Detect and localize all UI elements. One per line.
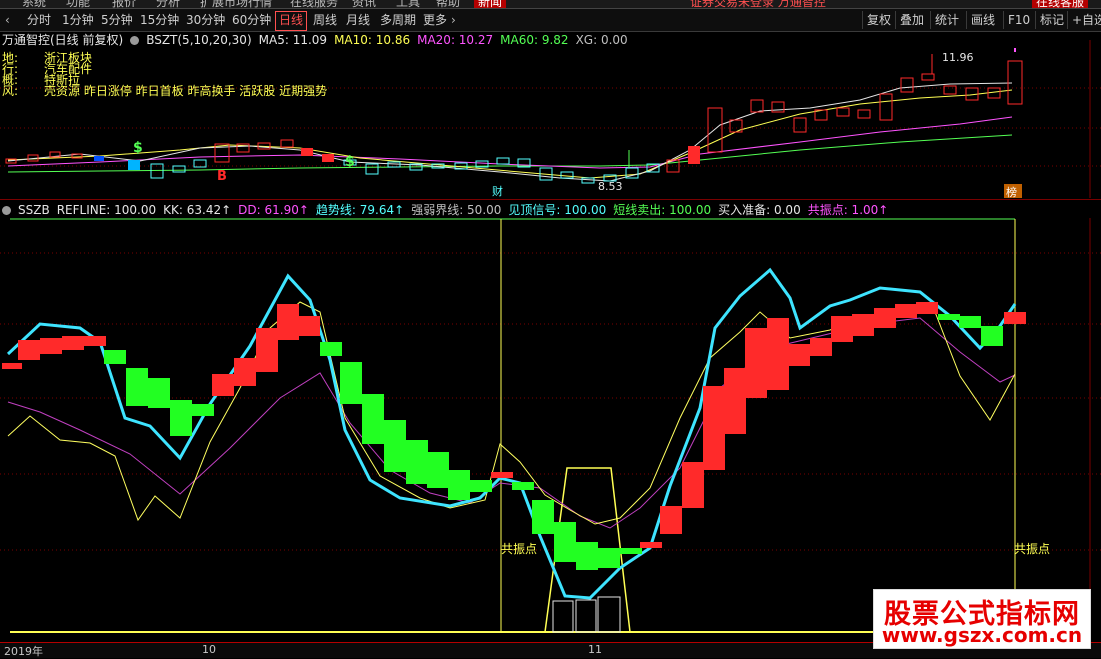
menu-item-system[interactable]: 系统 — [22, 0, 46, 8]
main-kline-chart[interactable]: 11.96 8.53 B $ $ 财 榜 — [0, 40, 1101, 198]
tab-weekly[interactable]: 周线 — [310, 11, 340, 29]
dd-line — [7, 317, 1016, 529]
stats-button[interactable]: 统计 — [930, 11, 963, 29]
tab-1min[interactable]: 1分钟 — [59, 11, 97, 29]
chevron-right-icon[interactable]: › — [448, 11, 459, 29]
tab-daily[interactable]: 日线 — [275, 11, 308, 31]
rank-marker: 榜 — [1006, 185, 1017, 198]
adjust-button[interactable]: 复权 — [862, 11, 895, 29]
tab-monthly[interactable]: 月线 — [343, 11, 373, 29]
buy-prep-value: 买入准备: 0.00 — [718, 203, 801, 217]
tab-5min[interactable]: 5分钟 — [98, 11, 136, 29]
signal-columns — [2, 302, 1026, 570]
dollar-marker-2: $ — [345, 154, 355, 170]
menu-item-help[interactable]: 帮助 — [436, 0, 460, 8]
tab-timeshare[interactable]: 分时 — [24, 11, 54, 29]
sub-indicator-name[interactable]: SSZB — [18, 203, 50, 217]
pane-divider[interactable] — [0, 199, 1101, 200]
add-watchlist-button[interactable]: +自选 — [1067, 11, 1101, 29]
tab-more[interactable]: 更多 — [420, 11, 450, 29]
price-high-label: 11.96 — [942, 51, 974, 64]
resonance-label-1: 共振点 — [501, 542, 537, 556]
chevron-left-icon[interactable]: ‹ — [2, 11, 13, 29]
finance-marker: 财 — [492, 184, 503, 198]
watermark-url: www.gszx.com.cn — [881, 623, 1083, 647]
sszb-indicator-chart[interactable]: 共振点 共振点 — [0, 218, 1101, 642]
overlay-button[interactable]: 叠加 — [895, 11, 928, 29]
mark-button[interactable]: 标记 — [1035, 11, 1068, 29]
menu-item-quote[interactable]: 报价 — [112, 0, 136, 8]
axis-label-oct: 10 — [202, 643, 216, 656]
tab-30min[interactable]: 30分钟 — [183, 11, 228, 29]
candlesticks — [5, 48, 1023, 184]
resonance-label-2: 共振点 — [1014, 542, 1050, 556]
online-support-button[interactable]: 在线客服 — [1032, 0, 1089, 8]
news-highlight-button[interactable]: 新闻 — [474, 0, 507, 8]
price-low-label: 8.53 — [598, 180, 623, 193]
menu-item-ext-market[interactable]: 扩展市场行情 — [200, 0, 272, 8]
dollar-marker-1: $ — [133, 140, 143, 156]
tab-multi-period[interactable]: 多周期 — [377, 11, 419, 29]
menu-item-function[interactable]: 功能 — [66, 0, 90, 8]
trend-value: 趋势线: 79.64↑ — [315, 203, 405, 217]
draw-line-button[interactable]: 画线 — [966, 11, 999, 29]
top-signal-value: 见顶信号: 100.00 — [508, 203, 607, 217]
tab-15min[interactable]: 15分钟 — [137, 11, 182, 29]
axis-label-nov: 11 — [588, 643, 602, 656]
login-notice: 证券交易未登录 万通智控 — [690, 0, 826, 9]
f10-button[interactable]: F10 — [1003, 11, 1034, 29]
ma20-line — [7, 116, 1013, 169]
menu-item-news[interactable]: 资讯 — [352, 0, 376, 8]
menu-item-analysis[interactable]: 分析 — [156, 0, 180, 8]
refline-value: REFLINE: 100.00 — [56, 203, 157, 217]
dd-value: DD: 61.90↑ — [238, 203, 309, 217]
ma60-line — [7, 134, 1013, 173]
sub-indicator-header: SSZB REFLINE: 100.00 KK: 63.42↑ DD: 61.90↑ 趋… — [2, 202, 895, 218]
buy-marker: B — [217, 169, 227, 184]
menu-item-tools[interactable]: 工具 — [396, 0, 420, 8]
top-menu-bar: 系统 功能 报价 分析 扩展市场行情 在线服务 资讯 工具 帮助 新闻 证券交易… — [0, 0, 1101, 9]
menu-item-online-service[interactable]: 在线服务 — [290, 0, 338, 8]
tab-60min[interactable]: 60分钟 — [229, 11, 274, 29]
site-watermark: 股票公式指标网 www.gszx.com.cn — [873, 589, 1091, 649]
period-toolbar: ‹ 分时 1分钟 5分钟 15分钟 30分钟 60分钟 日线 周线 月线 多周期… — [0, 9, 1101, 32]
short-sell-value: 短线卖出: 100.00 — [613, 203, 712, 217]
sub-indicator-menu-icon[interactable] — [2, 206, 11, 215]
kk-value: KK: 63.42↑ — [163, 203, 232, 217]
strength-boundary-value: 强弱界线: 50.00 — [411, 203, 502, 217]
resonance-value: 共振点: 1.00↑ — [807, 203, 889, 217]
